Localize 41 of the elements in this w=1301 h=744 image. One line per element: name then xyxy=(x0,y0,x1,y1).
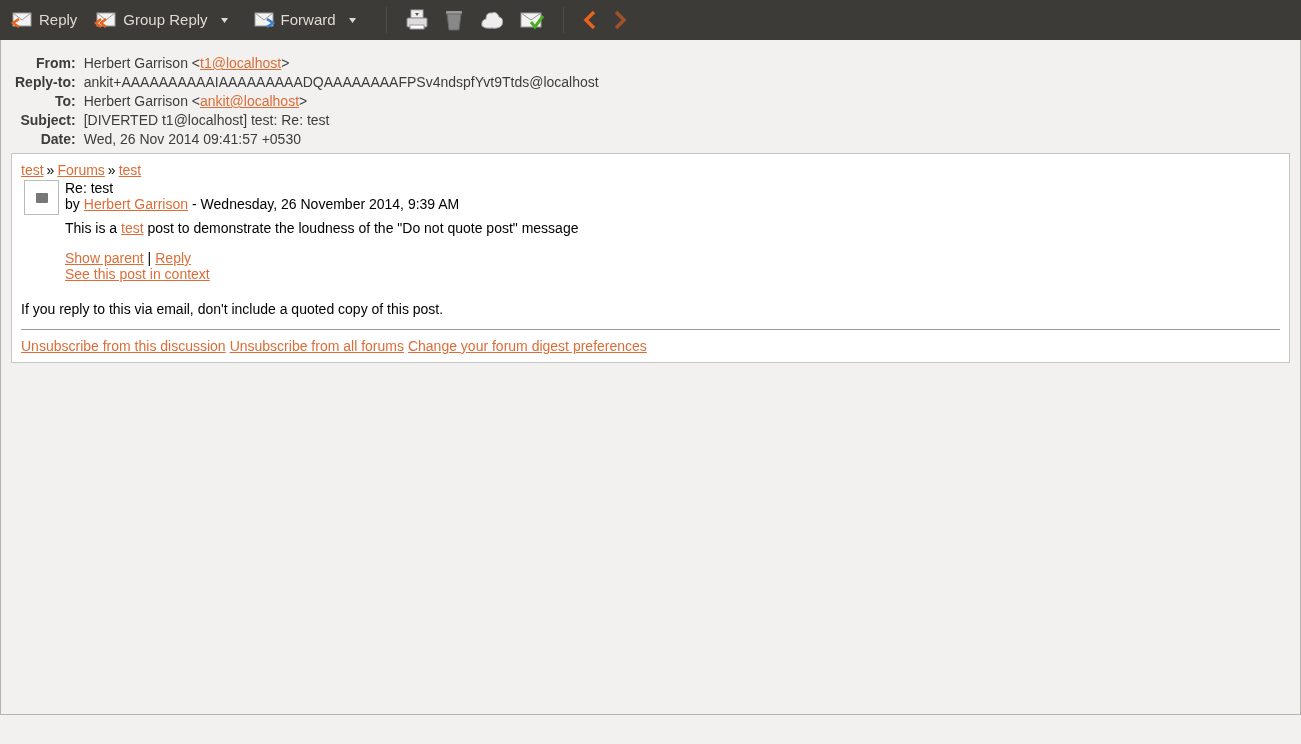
header-value-text: Herbert Garrison < xyxy=(83,54,200,73)
header-value-text: > xyxy=(299,92,308,111)
breadcrumb-text: » xyxy=(46,162,55,178)
breadcrumb-link[interactable]: test xyxy=(21,162,44,178)
post-date: - Wednesday, 26 November 2014, 9:39 AM xyxy=(192,196,460,212)
breadcrumb-link[interactable]: Forums xyxy=(57,162,105,178)
envelope-icon xyxy=(93,10,118,30)
post-subject: Re: test xyxy=(65,180,115,196)
footer-link[interactable]: Change your forum digest preferences xyxy=(407,338,647,354)
header-value-text: ankit+AAAAAAAAAAIAAAAAAAAADQAAAAAAAAFPSv4ndspfYvt9Ttds@localhost xyxy=(83,73,599,92)
dropdown-caret-icon[interactable] xyxy=(220,17,228,23)
header-value-text: [DIVERTED t1@localhost] test: Re: test xyxy=(83,111,330,130)
quote-notice: If you reply to this via email, don't include a quoted copy of this post. xyxy=(21,301,445,317)
envelope-icon xyxy=(9,10,33,30)
header-label: Reply-to: xyxy=(15,73,76,92)
dropdown-caret-icon[interactable] xyxy=(348,17,356,23)
post-message: This is a test post to demonstrate the loudness of the "Do not quote post" message xyxy=(65,220,579,236)
avatar-icon xyxy=(24,180,59,215)
header-value-text: Wed, 26 Nov 2014 09:41:57 +0530 xyxy=(83,130,301,149)
breadcrumb-link[interactable]: test xyxy=(118,162,142,178)
header-value-link[interactable]: ankit@localhost xyxy=(200,92,300,111)
command-link[interactable]: Reply xyxy=(155,250,192,266)
header-label: From: xyxy=(35,54,76,73)
header-label: To: xyxy=(53,92,76,111)
breadcrumb-text: » xyxy=(107,162,116,178)
header-value-text: Herbert Garrison < xyxy=(83,92,200,111)
header-value-link[interactable]: t1@localhost xyxy=(200,54,282,73)
command-text: | xyxy=(147,250,152,266)
message-link[interactable]: test xyxy=(121,220,144,236)
footer-link[interactable]: Unsubscribe from all forums xyxy=(229,338,404,354)
command-link[interactable]: Show parent xyxy=(65,250,144,266)
toolbar-button[interactable]: Group Reply xyxy=(90,4,211,36)
toolbar-button[interactable]: Reply xyxy=(6,4,81,36)
header-label: Subject: xyxy=(19,111,76,130)
header-label: Date: xyxy=(39,130,76,149)
byline-text: by xyxy=(65,196,80,212)
header-value-text: > xyxy=(281,54,290,73)
context-link[interactable]: See this post in context xyxy=(65,266,210,282)
toolbar-button[interactable]: Forward xyxy=(247,4,339,36)
footer-link[interactable]: Unsubscribe from this discussion xyxy=(21,338,226,354)
author-link[interactable]: Herbert Garrison xyxy=(83,196,189,212)
